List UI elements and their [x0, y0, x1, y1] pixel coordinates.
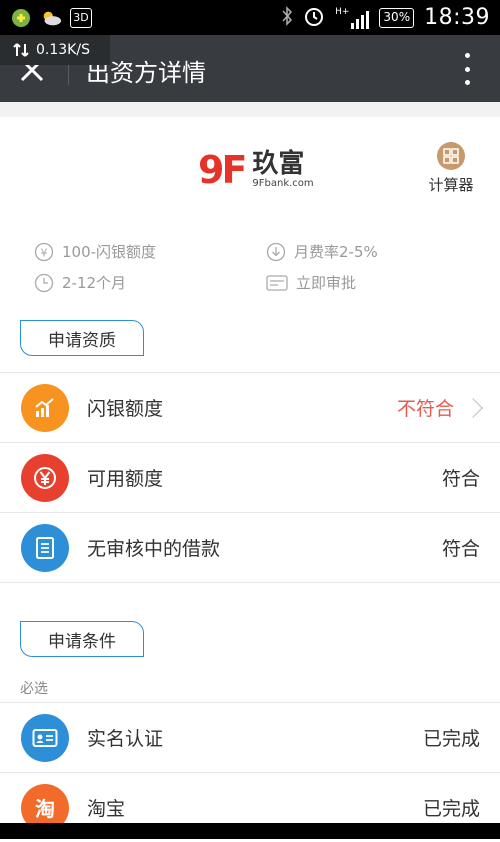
document-list-icon: [21, 523, 69, 572]
download-circle-icon: [266, 242, 286, 261]
signal-icon: H+: [335, 6, 370, 29]
qualification-section-title: 申请资质: [20, 320, 144, 356]
more-options-button[interactable]: [462, 53, 472, 85]
lender-logo: 9F 玖富 9Fbank.com: [198, 150, 314, 190]
status-met: 符合: [441, 538, 480, 560]
bluetooth-icon: [281, 5, 293, 30]
clock: 18:39: [424, 5, 490, 30]
network-speed-text: 0.13K/S: [36, 42, 90, 58]
battery-indicator: 30%: [379, 7, 415, 28]
status-not-met: 不符合: [396, 398, 454, 420]
qualification-row-flash-limit[interactable]: 闪银额度 不符合: [0, 372, 500, 442]
info-term: 2-12个月: [34, 272, 126, 293]
network-type: H+: [335, 6, 350, 17]
calculator-label: 计算器: [428, 176, 474, 194]
alarm-icon: [303, 5, 325, 31]
3d-badge: 3D: [70, 7, 92, 28]
info-amount-text: 100-闪银额度: [62, 243, 157, 261]
network-speed-overlay: 0.13K/S: [0, 35, 110, 65]
bottom-edge: [0, 823, 500, 839]
chevron-right-icon: [463, 397, 483, 418]
lender-detail-content: 9F 玖富 9Fbank.com 计算器 ¥ 100-闪银额度 月费率2-5% …: [0, 117, 500, 842]
logo-url: 9Fbank.com: [252, 178, 314, 189]
required-label: 必选: [20, 681, 48, 697]
status-met: 符合: [441, 468, 480, 490]
info-fee-rate: 月费率2-5%: [266, 241, 378, 262]
yuan-icon: [21, 453, 69, 502]
clock-icon: [34, 273, 54, 292]
info-term-text: 2-12个月: [62, 274, 127, 292]
info-approval: 立即审批: [266, 272, 356, 293]
status-completed: 已完成: [422, 798, 480, 820]
info-amount: ¥ 100-闪银额度: [34, 241, 156, 262]
info-fee-rate-text: 月费率2-5%: [294, 243, 378, 261]
logo-name: 玖富: [252, 149, 305, 179]
status-bar: 3D H+ 30% 18:39: [0, 0, 500, 35]
approval-card-icon: [266, 274, 288, 291]
condition-row-real-name[interactable]: 实名认证 已完成: [0, 702, 500, 772]
qualification-row-no-pending-loan: 无审核中的借款 符合: [0, 512, 500, 582]
row-label: 实名认证: [87, 728, 164, 750]
info-approval-text: 立即审批: [296, 274, 357, 292]
row-label: 闪银额度: [87, 398, 164, 420]
calculator-icon: [437, 142, 465, 170]
app-notification-icon: [10, 7, 32, 29]
row-label: 可用额度: [87, 468, 164, 490]
qualification-row-available-limit: 可用额度 符合: [0, 442, 500, 512]
calculator-button[interactable]: 计算器: [426, 142, 476, 195]
row-label: 无审核中的借款: [87, 538, 221, 560]
weather-icon: [40, 7, 62, 29]
id-card-icon: [21, 713, 69, 762]
section-divider: [0, 582, 500, 583]
svg-text:¥: ¥: [41, 246, 48, 259]
conditions-section-title: 申请条件: [20, 621, 144, 657]
logo-mark: 9F: [198, 148, 247, 192]
chart-growth-icon: [21, 383, 69, 432]
yuan-circle-icon: ¥: [34, 242, 54, 261]
row-label: 淘宝: [87, 798, 126, 820]
status-completed: 已完成: [422, 728, 480, 750]
sync-arrows-icon: [13, 43, 29, 57]
